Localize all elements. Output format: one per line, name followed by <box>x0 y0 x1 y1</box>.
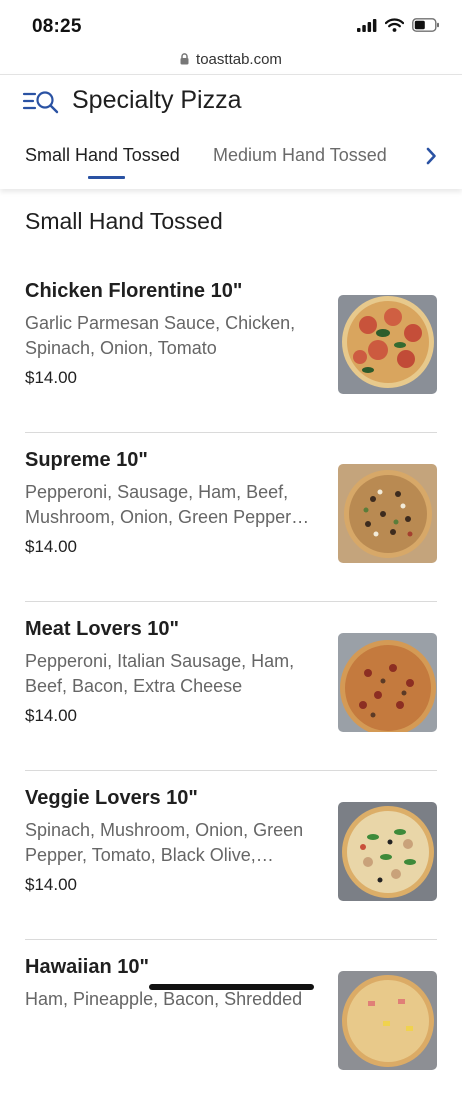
item-photo-veggie-lovers <box>338 802 437 901</box>
home-indicator[interactable] <box>149 984 314 990</box>
menu-search-button[interactable] <box>22 89 60 115</box>
page-title: Specialty Pizza <box>72 86 242 114</box>
item-description: Spinach, Mushroom, Onion, Green Pepper, … <box>25 820 304 865</box>
item-price: $14.00 <box>25 875 77 894</box>
item-name: Supreme 10" <box>25 449 148 471</box>
item-price: $14.00 <box>25 706 77 725</box>
menu-item-supreme[interactable]: Supreme 10" Pepperoni, Sausage, Ham, Bee… <box>25 433 437 602</box>
item-name: Chicken Florentine 10" <box>25 280 243 302</box>
item-photo-meat-lovers <box>338 633 437 732</box>
wifi-icon <box>385 18 404 32</box>
menu-item-hawaiian[interactable]: Hawaiian 10" Ham, Pineapple, Bacon, Shre… <box>25 940 437 1108</box>
section-title: Small Hand Tossed <box>25 208 223 234</box>
chevron-right-icon <box>426 147 436 165</box>
menu-item-list: Chicken Florentine 10" Garlic Parmesan S… <box>0 264 462 1108</box>
tab-small-hand-tossed[interactable]: Small Hand Tossed <box>25 145 180 166</box>
menu-search-icon <box>22 91 59 114</box>
url-text: toasttab.com <box>196 50 282 68</box>
page-header: Specialty Pizza Small Hand Tossed Medium… <box>0 74 462 189</box>
status-icons <box>357 18 440 32</box>
active-tab-indicator <box>88 176 125 179</box>
item-price: $14.00 <box>25 537 77 556</box>
battery-icon <box>412 18 439 32</box>
item-photo-hawaiian <box>338 971 437 1070</box>
item-description: Ham, Pineapple, Bacon, Shredded <box>25 989 303 1009</box>
item-photo-chicken-florentine <box>338 295 437 394</box>
status-bar: 08:25 <box>0 0 462 44</box>
lock-icon <box>180 53 189 65</box>
item-description: Pepperoni, Italian Sausage, Ham, Beef, B… <box>25 651 295 696</box>
item-description: Pepperoni, Sausage, Ham, Beef, Mushroom,… <box>25 482 310 527</box>
item-photo-supreme <box>338 464 437 563</box>
browser-url-bar[interactable]: toasttab.com <box>0 44 462 74</box>
status-time: 08:25 <box>32 16 82 37</box>
item-price: $14.00 <box>25 368 77 387</box>
item-description: Garlic Parmesan Sauce, Chicken, Spinach,… <box>25 313 296 358</box>
item-name: Veggie Lovers 10" <box>25 787 198 809</box>
signal-icon <box>357 18 377 32</box>
menu-item-veggie-lovers[interactable]: Veggie Lovers 10" Spinach, Mushroom, Oni… <box>25 771 437 940</box>
category-tabs: Small Hand Tossed Medium Hand Tossed <box>25 145 425 185</box>
tab-medium-hand-tossed[interactable]: Medium Hand Tossed <box>213 145 387 166</box>
menu-item-chicken-florentine[interactable]: Chicken Florentine 10" Garlic Parmesan S… <box>25 264 437 433</box>
item-name: Meat Lovers 10" <box>25 618 179 640</box>
tabs-next-button[interactable] <box>414 139 448 173</box>
menu-item-meat-lovers[interactable]: Meat Lovers 10" Pepperoni, Italian Sausa… <box>25 602 437 771</box>
item-name: Hawaiian 10" <box>25 956 149 978</box>
